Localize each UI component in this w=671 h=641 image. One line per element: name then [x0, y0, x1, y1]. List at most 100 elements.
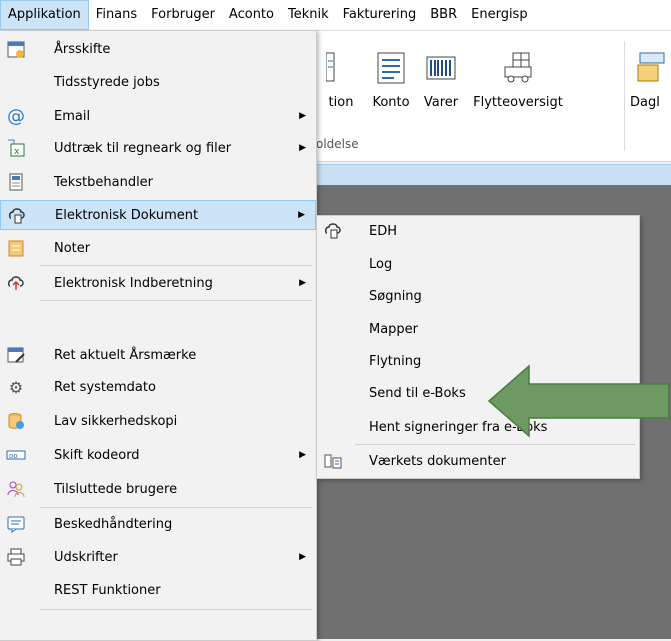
- submenu-item-label: Send til e-Boks: [369, 385, 466, 401]
- calendar-edit-icon: [6, 345, 26, 365]
- menu-item-label: Tidsstyrede jobs: [54, 74, 160, 90]
- submenu-item-label: EDH: [369, 223, 397, 239]
- message-icon: [6, 514, 26, 534]
- menu-item-ret-aarsmaerke[interactable]: Ret aktuelt Årsmærke: [0, 340, 316, 370]
- submenu-item-label: Flytning: [369, 353, 422, 369]
- ribbon-label: Dagl: [630, 95, 660, 110]
- moving-truck-icon: [504, 52, 532, 83]
- menu-aconto[interactable]: Aconto: [222, 0, 281, 30]
- menu-item-label: Ret aktuelt Årsmærke: [54, 347, 197, 363]
- menu-item-label: Tekstbehandler: [54, 174, 154, 190]
- submenu-item-mapper[interactable]: Mapper: [317, 314, 639, 344]
- submenu-item-label: Værkets dokumenter: [369, 453, 506, 469]
- menu-item-label: Udtræk til regneark og filer: [54, 140, 232, 156]
- menu-item-udskrifter[interactable]: Udskrifter ▶: [0, 542, 316, 572]
- svg-text:oo: oo: [9, 452, 18, 460]
- settings-date-icon: ⚙: [8, 377, 24, 397]
- menu-forbruger[interactable]: Forbruger: [144, 0, 222, 30]
- document-list-icon: [325, 52, 335, 82]
- menu-item-label: Elektronisk Indberetning: [54, 275, 213, 291]
- ribbon-label: Varer: [423, 95, 459, 110]
- submenu-item-log[interactable]: Log: [317, 249, 639, 279]
- cash-register-icon: [637, 52, 665, 82]
- menu-item-label: Lav sikkerhedskopi: [54, 413, 178, 429]
- menu-item-label: Årsskifte: [54, 41, 111, 57]
- menu-item-lav-sikkerhedskopi[interactable]: Lav sikkerhedskopi: [0, 406, 316, 436]
- menu-item-label: Noter: [54, 240, 91, 256]
- submenu-arrow-icon: ▶: [299, 450, 306, 460]
- menu-energisp[interactable]: Energisp: [464, 0, 534, 30]
- ribbon-button-konto[interactable]: Konto: [368, 51, 414, 110]
- elektronisk-dokument-submenu: EDH Log Søgning Mapper Flytning Send til…: [316, 215, 640, 479]
- upload-icon: [6, 273, 26, 293]
- menu-item-label: Skift kodeord: [54, 447, 140, 463]
- menu-fakturering[interactable]: Fakturering: [336, 0, 424, 30]
- menu-item-skift-kodeord[interactable]: oo Skift kodeord ▶: [0, 440, 316, 470]
- tab-strip: [316, 164, 671, 185]
- ribbon-label: Konto: [372, 95, 410, 110]
- ribbon-label: tion: [328, 95, 354, 110]
- menu-item-tilsluttede-brugere[interactable]: Tilsluttede brugere: [0, 474, 316, 504]
- submenu-item-vaerkets-dokumenter[interactable]: Værkets dokumenter: [317, 446, 639, 476]
- works-docs-icon: [323, 451, 343, 471]
- edoc-icon: [323, 221, 343, 241]
- menu-item-elektronisk-dokument[interactable]: Elektronisk Dokument ▶: [0, 200, 316, 230]
- menu-item-label: Elektronisk Dokument: [55, 207, 199, 223]
- menu-item-label: Beskedhåndtering: [54, 516, 173, 532]
- menu-item-label: Udskrifter: [54, 549, 118, 565]
- svg-text:x: x: [14, 147, 20, 157]
- ribbon-group-label: oldelse: [316, 137, 359, 151]
- menu-item-udtraek[interactable]: x Udtræk til regneark og filer ▶: [0, 133, 316, 163]
- menu-separator: [40, 507, 312, 508]
- menu-finans[interactable]: Finans: [89, 0, 144, 30]
- submenu-item-edh[interactable]: EDH: [317, 216, 639, 246]
- barcode-icon: [426, 56, 456, 80]
- menu-separator: [40, 300, 312, 301]
- menu-item-label: Tilsluttede brugere: [54, 481, 178, 497]
- ribbon-label: Flytteoversigt: [473, 95, 563, 110]
- calendar-icon: [6, 39, 26, 59]
- applikation-menu: Årsskifte Tidsstyrede jobs @ Email ▶ x U…: [0, 30, 317, 641]
- menu-item-email[interactable]: @ Email ▶: [0, 101, 316, 131]
- submenu-item-label: Mapper: [369, 321, 419, 337]
- users-icon: [6, 479, 26, 499]
- password-icon: oo: [6, 445, 26, 465]
- menu-item-label: REST Funktioner: [54, 582, 161, 598]
- menu-item-elektronisk-indberetning[interactable]: Elektronisk Indberetning ▶: [0, 268, 316, 298]
- notes-icon: [6, 238, 26, 258]
- menu-item-noter[interactable]: Noter: [0, 233, 316, 263]
- excel-export-icon: x: [6, 138, 26, 158]
- submenu-arrow-icon: ▶: [299, 552, 306, 562]
- database-backup-icon: [6, 411, 26, 431]
- menu-separator: [40, 609, 312, 610]
- ribbon-button-flytteoversigt[interactable]: Flytteoversigt: [468, 51, 568, 110]
- menu-item-rest-funktioner[interactable]: REST Funktioner: [0, 575, 316, 605]
- edoc-icon: [7, 206, 27, 226]
- ribbon-button-dagl[interactable]: Dagl: [630, 51, 671, 110]
- menu-item-ret-systemdato[interactable]: ⚙ Ret systemdato: [0, 372, 316, 402]
- menu-teknik[interactable]: Teknik: [281, 0, 336, 30]
- menu-item-tidsstyrede-jobs[interactable]: Tidsstyrede jobs: [0, 67, 316, 97]
- submenu-arrow-icon: ▶: [298, 210, 305, 220]
- ribbon-button-tion[interactable]: tion: [318, 51, 364, 110]
- submenu-item-label: Søgning: [369, 288, 422, 304]
- ribbon-button-varer[interactable]: Varer: [418, 51, 464, 110]
- menu-item-beskedhaandtering[interactable]: Beskedhåndtering: [0, 509, 316, 539]
- at-icon: @: [7, 105, 25, 127]
- menu-item-tekstbehandler[interactable]: Tekstbehandler: [0, 167, 316, 197]
- submenu-arrow-icon: ▶: [299, 278, 306, 288]
- menu-item-aarsskifte[interactable]: Årsskifte: [0, 34, 316, 64]
- menu-applikation[interactable]: Applikation: [0, 0, 89, 30]
- document-icon: [6, 172, 26, 192]
- menu-item-label: Email: [54, 108, 91, 124]
- submenu-arrow-icon: ▶: [299, 143, 306, 153]
- menu-bar: Applikation Finans Forbruger Aconto Tekn…: [0, 0, 671, 31]
- ribbon-divider: [624, 41, 625, 151]
- menu-bbr[interactable]: BBR: [423, 0, 464, 30]
- submenu-item-soegning[interactable]: Søgning: [317, 281, 639, 311]
- green-arrow-annotation: [487, 364, 670, 438]
- submenu-item-label: Log: [369, 256, 393, 272]
- submenu-arrow-icon: ▶: [299, 111, 306, 121]
- printer-icon: [6, 547, 26, 567]
- menu-separator: [355, 444, 635, 445]
